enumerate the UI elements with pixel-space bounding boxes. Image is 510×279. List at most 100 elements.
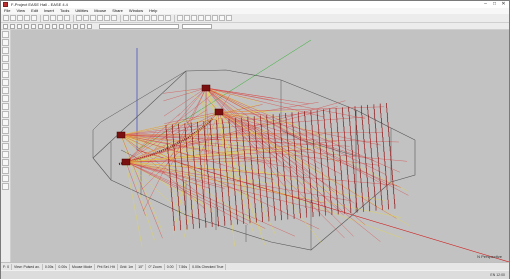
light-button[interactable] xyxy=(2,119,9,126)
speaker-icon[interactable] xyxy=(116,131,126,139)
render-button[interactable] xyxy=(191,15,197,21)
ray-line xyxy=(218,106,385,113)
info-button[interactable] xyxy=(2,183,9,190)
hall-wireframe-scene[interactable] xyxy=(11,30,509,262)
toolbar-separator xyxy=(40,14,41,22)
speaker-button[interactable] xyxy=(2,127,9,134)
speaker-icon[interactable] xyxy=(121,158,131,166)
close-button[interactable]: ✕ xyxy=(499,1,508,8)
ray-line xyxy=(125,161,398,186)
toolbar-separator xyxy=(120,14,121,22)
y-axis xyxy=(136,39,312,151)
status-field: 0.00s xyxy=(43,263,57,270)
minimize-button[interactable]: – xyxy=(481,1,490,8)
ray-line xyxy=(125,161,143,247)
edge-button[interactable] xyxy=(2,151,9,158)
pointer-button[interactable] xyxy=(3,23,8,29)
status-field: View: Pulsed ax. xyxy=(12,263,43,270)
view-3d-button[interactable] xyxy=(123,15,129,21)
ray-button[interactable] xyxy=(137,15,143,21)
ray-line xyxy=(205,87,354,237)
side-view-button[interactable] xyxy=(2,79,9,86)
pointer-button[interactable] xyxy=(2,31,9,38)
app-window: F-Project EASE Hall - EASE 4.4 – □ ✕ Fil… xyxy=(0,0,510,279)
grid-button[interactable] xyxy=(130,15,136,21)
undo-button[interactable] xyxy=(57,15,63,21)
toolbar-separator xyxy=(73,14,74,22)
ray-line xyxy=(163,87,207,94)
move-button[interactable] xyxy=(83,15,89,21)
map-button[interactable] xyxy=(144,15,150,21)
text-button[interactable] xyxy=(2,167,9,174)
status-field: 0.00s xyxy=(56,263,70,270)
status-field: Mouse Mode xyxy=(70,263,96,270)
floor-button[interactable] xyxy=(73,23,78,29)
audience-button[interactable] xyxy=(52,23,57,29)
redo-button[interactable] xyxy=(64,15,70,21)
edge-button[interactable] xyxy=(17,23,22,29)
zoom-in-button[interactable] xyxy=(97,15,103,21)
vertex-button[interactable] xyxy=(24,23,29,29)
copy-button[interactable] xyxy=(43,15,49,21)
pan-button[interactable] xyxy=(111,15,117,21)
3d-viewport[interactable]: N Perspective xyxy=(11,30,509,262)
vertex-button[interactable] xyxy=(184,15,190,21)
table-button[interactable] xyxy=(198,15,204,21)
face-button[interactable] xyxy=(2,143,9,150)
help-button[interactable] xyxy=(205,15,211,21)
list-button[interactable] xyxy=(219,15,225,21)
command-input[interactable] xyxy=(99,23,179,29)
print-button[interactable] xyxy=(24,15,30,21)
status-field: Grid: 1m xyxy=(118,263,137,270)
iso-view-button[interactable] xyxy=(2,87,9,94)
grid-button[interactable] xyxy=(2,95,9,102)
speaker-icon[interactable] xyxy=(214,108,224,116)
main-toolbar xyxy=(1,14,509,23)
wall-button[interactable] xyxy=(59,23,64,29)
layer-select[interactable] xyxy=(182,23,212,29)
ceiling-button[interactable] xyxy=(66,23,71,29)
zoom-out-button[interactable] xyxy=(104,15,110,21)
face-button[interactable] xyxy=(165,15,171,21)
new-button[interactable] xyxy=(3,15,9,21)
rotate-button[interactable] xyxy=(90,15,96,21)
speaker-button[interactable] xyxy=(38,23,43,29)
save-button[interactable] xyxy=(17,15,23,21)
measure-button[interactable] xyxy=(87,23,92,29)
perspective-label: N Perspective xyxy=(477,254,502,259)
window-title: F-Project EASE Hall - EASE 4.4 xyxy=(11,2,68,7)
edge-button[interactable] xyxy=(177,15,183,21)
title-bar[interactable]: F-Project EASE Hall - EASE 4.4 – □ ✕ xyxy=(1,1,509,8)
ray-line xyxy=(125,161,386,201)
front-view-button[interactable] xyxy=(2,71,9,78)
cut-button[interactable] xyxy=(31,15,37,21)
text-button[interactable] xyxy=(80,23,85,29)
ray-line xyxy=(173,87,207,234)
taskbar: EN 12:00 xyxy=(1,271,509,279)
check-button[interactable] xyxy=(226,15,232,21)
status-field: 0.00 xyxy=(165,263,177,270)
select-button[interactable] xyxy=(10,23,15,29)
select-button[interactable] xyxy=(76,15,82,21)
pan-button[interactable] xyxy=(2,47,9,54)
status-bar: F: 0 View: Pulsed ax. 0.00s 0.00s Mouse Mode… xyxy=(1,262,509,270)
layer-button[interactable] xyxy=(2,111,9,118)
open-button[interactable] xyxy=(10,15,16,21)
listener-button[interactable] xyxy=(45,23,50,29)
zoom-button[interactable] xyxy=(2,39,9,46)
face-button[interactable] xyxy=(31,23,36,29)
measure-button[interactable] xyxy=(2,175,9,182)
window-controls: – □ ✕ xyxy=(481,1,508,8)
speaker-button[interactable] xyxy=(151,15,157,21)
maximize-button[interactable]: □ xyxy=(490,1,499,8)
status-field: 0.00s Checked True xyxy=(190,263,227,270)
audience-button[interactable] xyxy=(158,15,164,21)
color-button[interactable] xyxy=(212,15,218,21)
vertex-button[interactable] xyxy=(2,159,9,166)
paste-button[interactable] xyxy=(50,15,56,21)
speaker-icon[interactable] xyxy=(201,84,211,92)
listener-button[interactable] xyxy=(2,135,9,142)
snap-button[interactable] xyxy=(2,103,9,110)
top-view-button[interactable] xyxy=(2,63,9,70)
rotate-button[interactable] xyxy=(2,55,9,62)
